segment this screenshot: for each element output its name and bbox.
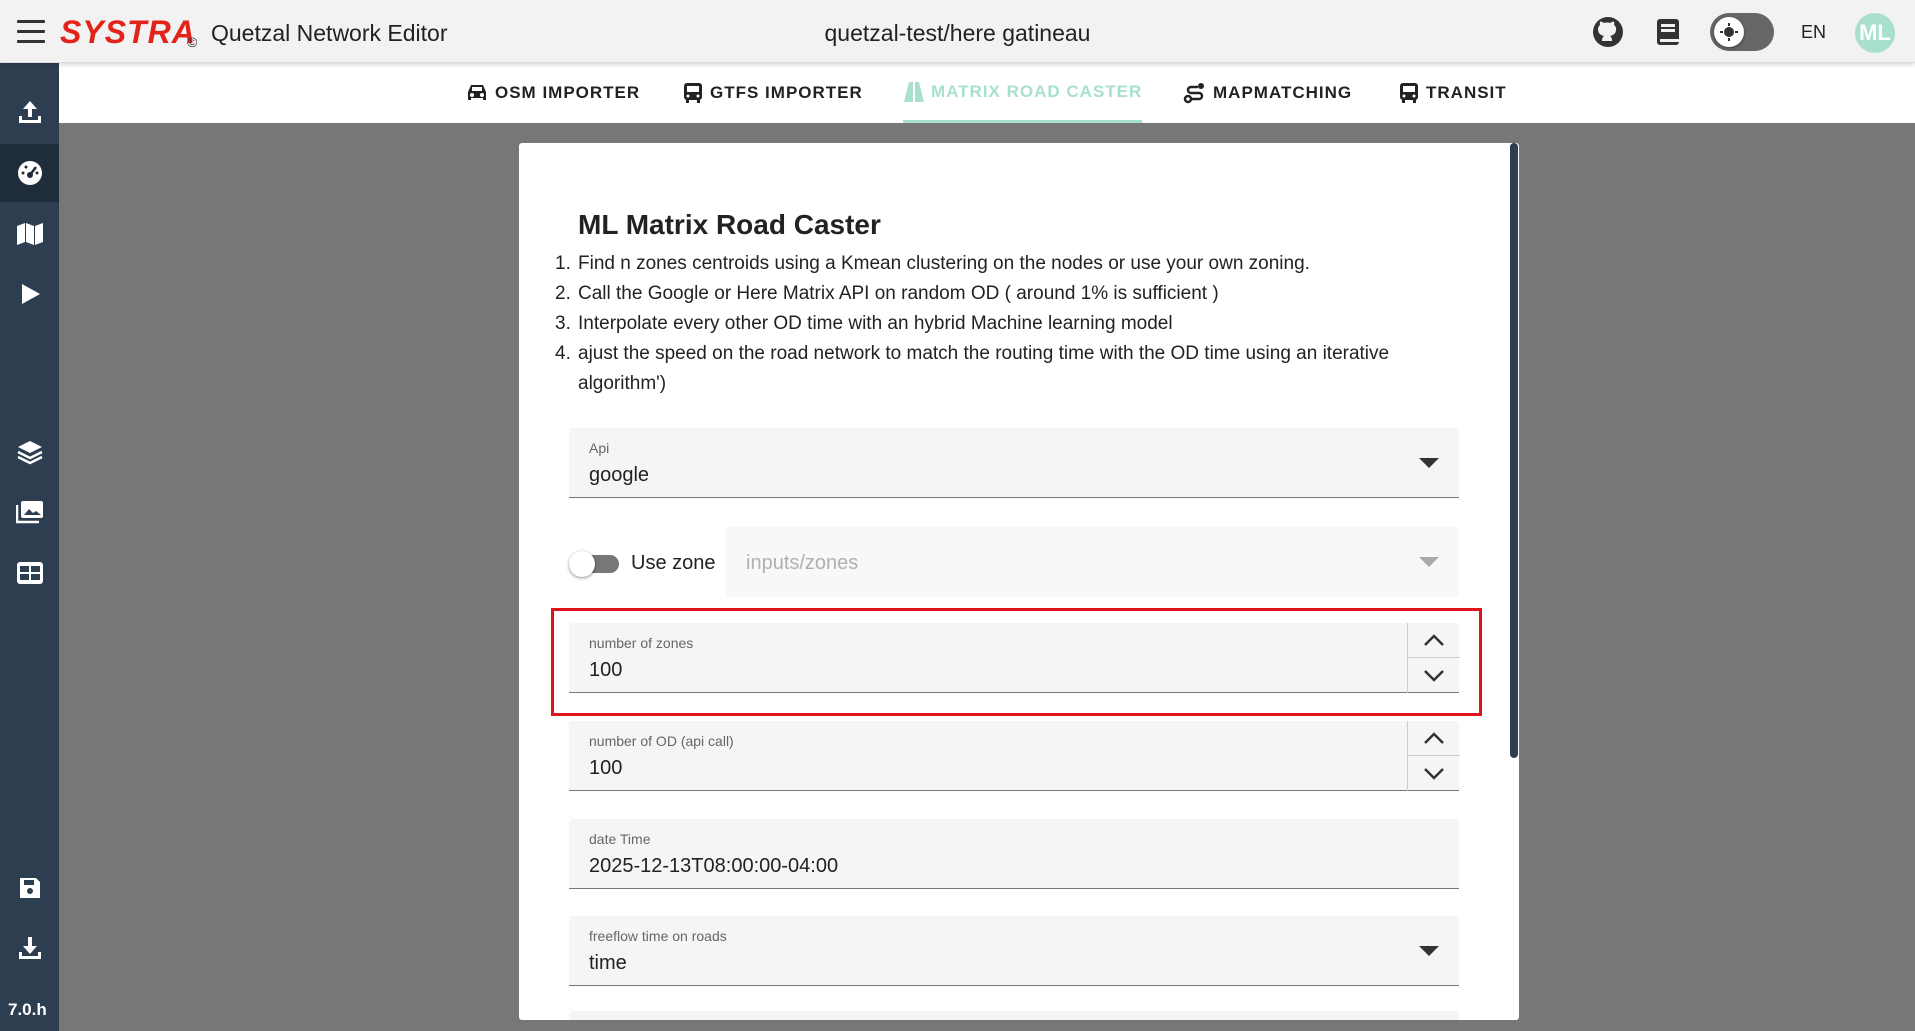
zones-select: inputs/zones (726, 527, 1459, 597)
api-select[interactable]: Api google (569, 428, 1459, 498)
steps-list: 1. Find n zones centroids using a Kmean c… (555, 249, 1475, 399)
upload-icon[interactable] (0, 83, 59, 141)
tab-mapmatching[interactable]: MAPMATCHING (1183, 63, 1352, 123)
chevron-up-icon[interactable] (1408, 623, 1460, 658)
app-bar: SYSTRA © Quetzal Network Editor quetzal-… (0, 0, 1915, 63)
caret-down-icon[interactable] (1419, 458, 1439, 468)
list-item: 2. Call the Google or Here Matrix API on … (555, 283, 1219, 304)
app-version: 7.0.h (8, 1000, 47, 1019)
project-title: quetzal-test/here gatineau (824, 20, 1091, 46)
chevron-up-icon[interactable] (1408, 721, 1460, 756)
card-title: ML Matrix Road Caster (578, 209, 881, 240)
side-nav: 7.0.h (0, 63, 59, 1031)
number-of-od-value: 100 (589, 757, 623, 779)
tab-transit[interactable]: TRANSIT (1398, 63, 1507, 123)
car-icon (468, 85, 486, 100)
list-item: 1. Find n zones centroids using a Kmean c… (555, 253, 1310, 274)
date-time-field[interactable]: date Time 2025-12-13T08:00:00-04:00 (569, 819, 1459, 889)
tab-osm-importer[interactable]: OSM IMPORTER (465, 63, 640, 123)
caret-down-icon[interactable] (1419, 946, 1439, 956)
map-icon[interactable] (0, 205, 59, 263)
save-icon[interactable] (0, 859, 59, 917)
use-zone-switch[interactable] (569, 551, 619, 577)
number-of-od-label: number of OD (api call) (589, 733, 734, 749)
play-icon[interactable] (0, 265, 59, 323)
api-label: Api (589, 440, 610, 456)
number-of-od-stepper (1407, 721, 1460, 791)
systra-logo: SYSTRA (60, 14, 196, 50)
download-icon[interactable] (0, 919, 59, 977)
freeflow-value: time (589, 952, 627, 974)
copyright-mark: © (187, 34, 198, 50)
chevron-down-icon[interactable] (1408, 756, 1460, 791)
list-item: 4. ajust the speed on the road network to… (555, 343, 1390, 394)
app-title: Quetzal Network Editor (211, 20, 448, 46)
github-icon[interactable] (1592, 16, 1624, 48)
number-of-zones-field[interactable]: number of zones 100 (569, 623, 1460, 693)
tab-gtfs-importer[interactable]: GTFS IMPORTER (682, 63, 863, 123)
images-icon[interactable] (0, 483, 59, 541)
zones-placeholder: inputs/zones (746, 552, 859, 574)
bus-icon (684, 83, 702, 103)
next-field (569, 1011, 1459, 1020)
tool-tabs: OSM IMPORTER GTFS IMPORTER MATRIX ROAD C… (59, 63, 1915, 123)
use-zone-label: Use zone (631, 552, 716, 574)
date-time-label: date Time (589, 831, 651, 847)
language-selector[interactable]: EN (1801, 22, 1826, 43)
layers-icon[interactable] (0, 423, 59, 481)
theme-toggle[interactable] (1710, 13, 1774, 51)
road-icon (904, 81, 924, 102)
bus-icon (1400, 83, 1418, 103)
road-caster-card: ML Matrix Road Caster 1. Find n zones cen… (519, 143, 1519, 1020)
caret-down-icon (1419, 557, 1439, 567)
book-icon[interactable] (1652, 16, 1684, 48)
card-scrollbar[interactable] (1510, 143, 1518, 758)
menu-icon[interactable] (17, 20, 45, 44)
table-icon[interactable] (0, 544, 59, 602)
freeflow-label: freeflow time on roads (589, 928, 727, 944)
date-time-value: 2025-12-13T08:00:00-04:00 (589, 855, 839, 877)
avatar[interactable]: ML (1855, 13, 1895, 53)
number-of-zones-stepper (1407, 623, 1460, 693)
speedometer-icon[interactable] (0, 144, 59, 202)
number-of-zones-value: 100 (589, 659, 623, 681)
freeflow-select[interactable]: freeflow time on roads time (569, 916, 1459, 986)
tab-matrix-road-caster[interactable]: MATRIX ROAD CASTER (903, 63, 1143, 123)
number-of-zones-label: number of zones (589, 635, 694, 651)
chevron-down-icon[interactable] (1408, 658, 1460, 693)
use-zone-row: Use zone inputs/zones (569, 527, 1459, 597)
api-value: google (589, 464, 650, 486)
route-icon (1183, 83, 1204, 104)
sun-icon (1714, 17, 1744, 47)
number-of-od-field[interactable]: number of OD (api call) 100 (569, 721, 1460, 791)
list-item: 3. Interpolate every other OD time with a… (555, 313, 1173, 334)
